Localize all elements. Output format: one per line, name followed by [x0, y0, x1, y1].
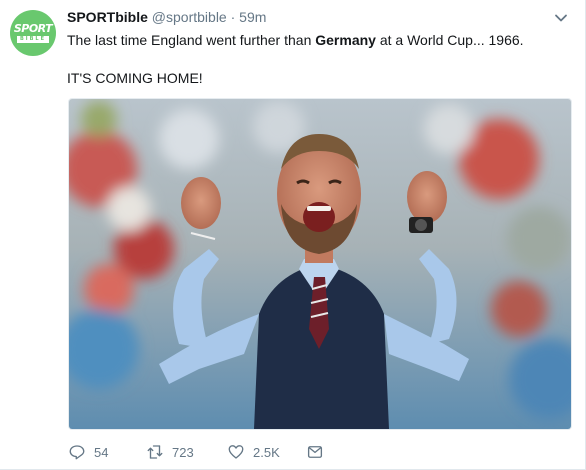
tweet-text-bold: Germany: [315, 32, 376, 48]
reply-button[interactable]: 54: [68, 442, 108, 462]
tweet-photo[interactable]: [68, 98, 572, 430]
envelope-icon: [307, 446, 323, 458]
like-count: 2.5K: [253, 444, 280, 460]
tweet-text: The last time England went further than …: [67, 30, 567, 88]
tweet-timestamp[interactable]: 59m: [239, 9, 266, 25]
avatar-logo-word-sport: SPORT: [13, 22, 53, 35]
reply-icon: [69, 445, 85, 460]
author-handle[interactable]: @sportbible: [152, 9, 227, 25]
photo-celebrating-man: [69, 99, 571, 429]
author-name[interactable]: SPORTbible: [67, 9, 148, 25]
chevron-down-icon[interactable]: [553, 10, 569, 26]
header-separator: ·: [230, 9, 236, 25]
avatar-logo-word-bible: BIBLE: [16, 36, 50, 43]
tweet-text-part: at a World Cup... 1966.: [375, 32, 524, 48]
tweet-text-line1: The last time England went further than …: [67, 30, 567, 50]
retweet-button[interactable]: 723: [146, 442, 194, 462]
direct-message-button[interactable]: [306, 442, 324, 462]
retweet-count: 723: [172, 444, 194, 460]
tweet-text-part: The last time England went further than: [67, 32, 316, 48]
like-button[interactable]: 2.5K: [227, 442, 280, 462]
tweet-header: SPORTbible @sportbible · 59m: [67, 9, 266, 25]
tweet-text-line2: IT'S COMING HOME!: [67, 70, 203, 86]
reply-count: 54: [94, 444, 109, 460]
avatar[interactable]: SPORT BIBLE: [10, 10, 56, 56]
heart-icon: [228, 445, 244, 459]
retweet-icon: [147, 445, 163, 459]
